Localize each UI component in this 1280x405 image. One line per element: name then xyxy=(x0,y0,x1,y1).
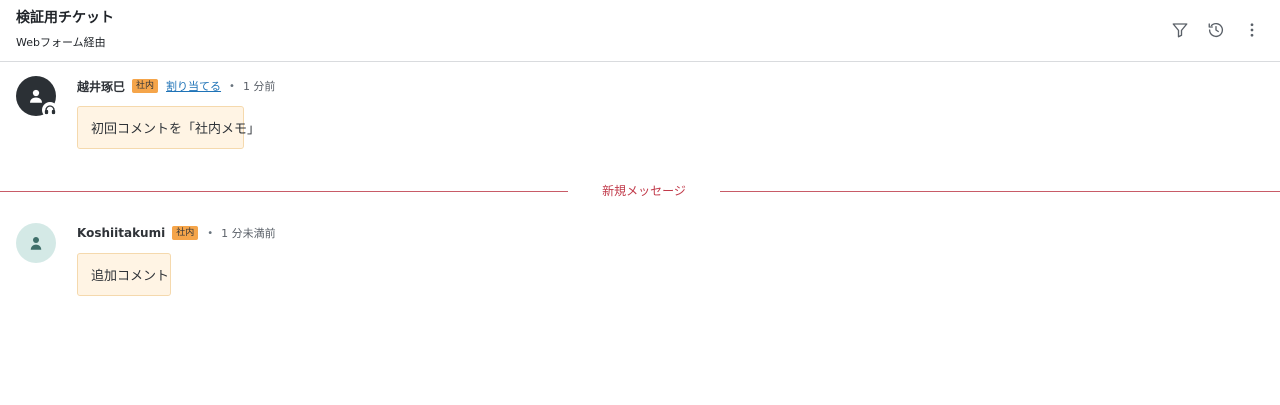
comment-body: 追加コメント xyxy=(77,253,171,296)
comment-item: 越井琢巳 社内 割り当てる • 1 分前 初回コメントを「社内メモ」 xyxy=(16,76,1264,156)
divider-line-right xyxy=(720,191,1280,192)
comment-time: 1 分未満前 xyxy=(221,227,276,240)
comment-time: 1 分前 xyxy=(242,80,276,93)
comment-meta: 越井琢巳 社内 割り当てる • 1 分前 xyxy=(77,77,275,95)
meta-separator: • xyxy=(229,80,235,92)
headset-icon xyxy=(44,105,56,115)
header-actions xyxy=(1166,17,1266,43)
internal-badge: 社内 xyxy=(132,79,159,93)
filter-button[interactable] xyxy=(1166,17,1194,43)
ticket-header: 検証用チケット Webフォーム経由 xyxy=(0,0,1280,62)
agent-badge xyxy=(42,102,58,118)
divider-line-left xyxy=(0,191,568,192)
comment-meta: Koshiitakumi 社内 • 1 分未満前 xyxy=(77,224,276,242)
author-name[interactable]: Koshiitakumi xyxy=(77,226,165,240)
avatar[interactable] xyxy=(16,76,58,118)
avatar[interactable] xyxy=(16,223,56,263)
ticket-title: 検証用チケット xyxy=(16,10,114,26)
comment-body: 初回コメントを「社内メモ」 xyxy=(77,106,260,149)
new-messages-label: 新規メッセージ xyxy=(602,184,686,198)
ticket-channel: Webフォーム経由 xyxy=(16,36,106,49)
assign-link[interactable]: 割り当てる xyxy=(166,78,221,94)
history-button[interactable] xyxy=(1202,17,1230,43)
new-messages-divider: 新規メッセージ xyxy=(0,181,1280,201)
filter-icon xyxy=(1172,23,1188,38)
meta-separator: • xyxy=(207,227,214,239)
user-icon xyxy=(30,237,42,250)
more-options-button[interactable] xyxy=(1238,17,1266,43)
internal-badge: 社内 xyxy=(172,226,199,240)
author-name[interactable]: 越井琢巳 xyxy=(77,78,125,95)
history-icon xyxy=(1208,23,1224,38)
comment-item: Koshiitakumi 社内 • 1 分未満前 追加コメント xyxy=(16,223,1264,303)
more-vertical-icon xyxy=(1250,23,1254,37)
user-icon xyxy=(30,89,42,103)
